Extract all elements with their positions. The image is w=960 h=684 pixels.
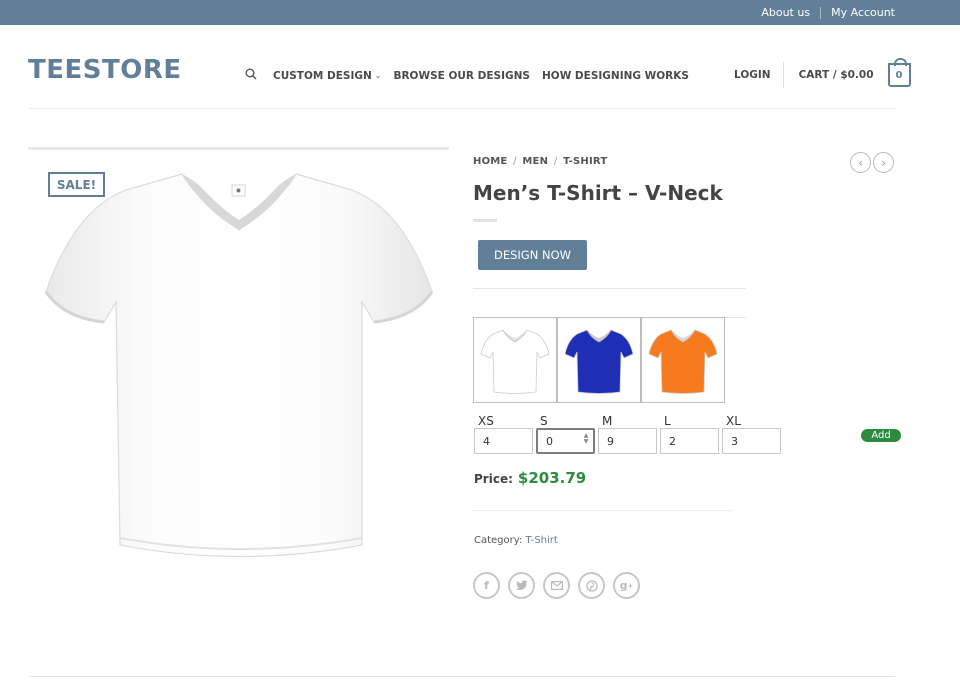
- cart-bag-icon[interactable]: 0: [887, 58, 911, 87]
- main-nav: CUSTOM DESIGN ⌄ BROWSE OUR DESIGNS HOW D…: [245, 68, 701, 83]
- pinterest-icon[interactable]: [578, 572, 605, 599]
- quantity-field-m[interactable]: [598, 428, 657, 454]
- stepper-arrows-icon[interactable]: ▲ ▼: [582, 433, 590, 447]
- quantity-field-xs[interactable]: [474, 428, 533, 454]
- cart-count: 0: [895, 69, 903, 81]
- google-plus-icon[interactable]: g +: [613, 572, 640, 599]
- my-account-link[interactable]: My Account: [831, 6, 895, 19]
- cart-link[interactable]: CART / $0.00: [799, 69, 874, 81]
- divider: [820, 6, 822, 19]
- breadcrumb-separator: /: [553, 156, 558, 167]
- breadcrumb-tshirt[interactable]: T-SHIRT: [563, 156, 607, 167]
- nav-browse-designs[interactable]: BROWSE OUR DESIGNS: [393, 70, 530, 82]
- nav-custom-design[interactable]: CUSTOM DESIGN ⌄: [273, 70, 381, 82]
- breadcrumb: HOME / MEN / T-SHIRT: [473, 156, 607, 167]
- quantity-field-xl[interactable]: [722, 428, 781, 454]
- category-label: Category:: [474, 535, 523, 546]
- search-icon[interactable]: [245, 68, 257, 83]
- title-underline: [473, 219, 497, 222]
- size-label: XS: [478, 414, 494, 428]
- login-link[interactable]: LOGIN: [734, 69, 771, 81]
- tshirt-icon: [480, 329, 550, 394]
- header-right: LOGIN CART / $0.00 0: [734, 58, 911, 88]
- add-button[interactable]: Add: [861, 429, 901, 442]
- category: Category: T-Shirt: [474, 535, 558, 546]
- price-amount: $203.79: [517, 469, 587, 487]
- about-us-link[interactable]: About us: [761, 6, 810, 19]
- size-m: M: [598, 414, 660, 454]
- divider: [782, 62, 784, 88]
- image-top-border: [28, 147, 449, 150]
- size-label: XL: [726, 414, 741, 428]
- size-label: M: [602, 414, 613, 428]
- swatch-white[interactable]: [473, 317, 557, 403]
- size-l: L: [660, 414, 722, 454]
- swatch-blue[interactable]: [557, 317, 641, 403]
- category-link[interactable]: T-Shirt: [526, 535, 558, 546]
- size-xs: XS: [474, 414, 536, 454]
- previous-product-icon[interactable]: ‹: [850, 152, 871, 173]
- product-title: Men’s T-Shirt – V-Neck: [473, 181, 723, 205]
- tshirt-icon: [564, 329, 634, 394]
- top-bar: About us My Account: [0, 0, 960, 25]
- product-image[interactable]: [44, 170, 434, 565]
- breadcrumb-separator: /: [513, 156, 517, 167]
- social-share: f g +: [473, 572, 648, 599]
- design-now-button[interactable]: DESIGN NOW: [478, 240, 587, 270]
- quantity-field-l[interactable]: [660, 428, 719, 454]
- site-logo[interactable]: TEESTORE: [28, 55, 182, 85]
- header-divider: [28, 108, 895, 109]
- price-label: Price:: [474, 472, 513, 486]
- email-icon[interactable]: [543, 572, 570, 599]
- swatch-orange[interactable]: [641, 317, 725, 403]
- price: Price: $203.79: [474, 469, 586, 487]
- size-quantities: XS S M L XL: [474, 414, 784, 454]
- footer-divider: [28, 676, 895, 677]
- product-pager: ‹ ›: [850, 152, 896, 173]
- next-product-icon[interactable]: ›: [873, 152, 894, 173]
- breadcrumb-home[interactable]: HOME: [473, 156, 507, 167]
- top-links: About us My Account: [761, 6, 895, 19]
- breadcrumb-men[interactable]: MEN: [522, 156, 548, 167]
- sale-badge: SALE!: [48, 172, 105, 197]
- divider: [473, 510, 733, 511]
- color-swatches: [473, 317, 725, 403]
- chevron-down-icon: ⌄: [374, 71, 382, 80]
- tshirt-icon: [648, 329, 718, 394]
- size-label: S: [540, 414, 548, 428]
- size-xl: XL: [722, 414, 784, 454]
- nav-how-designing-works[interactable]: HOW DESIGNING WORKS: [542, 70, 689, 82]
- facebook-icon[interactable]: f: [473, 572, 500, 599]
- size-label: L: [664, 414, 671, 428]
- twitter-icon[interactable]: [508, 572, 535, 599]
- divider: [473, 288, 746, 289]
- nav-label: CUSTOM DESIGN: [273, 69, 372, 82]
